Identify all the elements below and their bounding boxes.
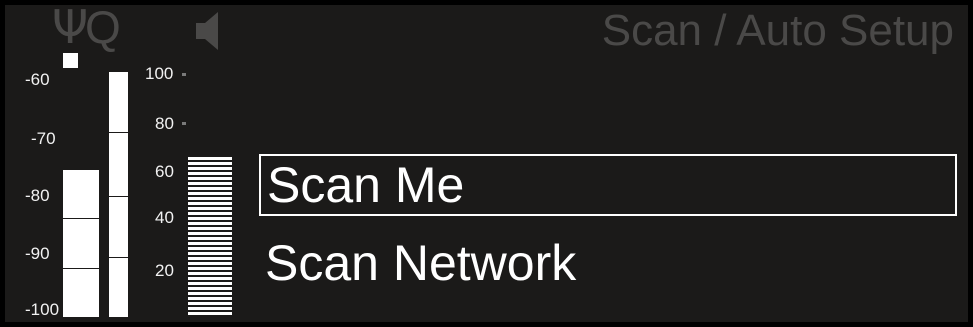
scale-tick — [182, 73, 186, 76]
af-bar-divider — [109, 132, 128, 133]
level-segment — [188, 242, 232, 245]
rf-label-80: -80 — [25, 186, 50, 205]
level-segment — [188, 162, 232, 165]
segment-level-meter — [188, 155, 232, 317]
af-bar-divider — [109, 257, 128, 258]
level-segment — [188, 262, 232, 265]
level-segment — [188, 207, 232, 210]
level-segment — [188, 297, 232, 300]
level-label-40: 40 — [155, 208, 174, 227]
level-label-60: 60 — [155, 162, 174, 181]
rf-label-90: -90 — [25, 244, 50, 263]
level-segment — [188, 302, 232, 305]
level-segment — [188, 277, 232, 280]
level-segment — [188, 282, 232, 285]
level-segment — [188, 197, 232, 200]
level-label-100: 100 — [145, 64, 174, 83]
rf-bar-divider — [63, 268, 99, 269]
level-segment — [188, 182, 232, 185]
menu-item-scan-me[interactable]: Scan Me — [259, 154, 957, 216]
level-segment — [188, 212, 232, 215]
level-segment — [188, 237, 232, 240]
level-segment — [188, 157, 232, 160]
level-segment — [188, 232, 232, 235]
level-segment — [188, 177, 232, 180]
level-segment — [188, 167, 232, 170]
level-segment — [188, 272, 232, 275]
level-segment — [188, 292, 232, 295]
level-segment — [188, 172, 232, 175]
rf-level-bar — [63, 170, 99, 317]
level-segment — [188, 257, 232, 260]
rf-peak-indicator — [63, 53, 78, 68]
level-segment — [188, 267, 232, 270]
scale-tick — [182, 122, 186, 125]
rf-label-100: -100 — [25, 300, 60, 319]
level-segment — [188, 312, 232, 315]
level-segment — [188, 307, 232, 310]
level-segment — [188, 287, 232, 290]
speaker-icon — [196, 12, 218, 50]
level-segment — [188, 187, 232, 190]
level-segment — [188, 202, 232, 205]
device-screen: Ψ Q Scan / Auto Setup -60 -70 -80 -90 -1… — [0, 0, 973, 327]
display-panel: Ψ Q Scan / Auto Setup -60 -70 -80 -90 -1… — [5, 5, 968, 322]
af-bar-divider — [109, 196, 128, 197]
level-label-80: 80 — [155, 114, 174, 133]
rf-label-70: -70 — [31, 129, 56, 148]
level-segment — [188, 247, 232, 250]
level-segment — [188, 222, 232, 225]
level-segment — [188, 252, 232, 255]
level-label-20: 20 — [155, 261, 174, 280]
level-segment — [188, 192, 232, 195]
af-level-bar — [109, 72, 128, 317]
q-indicator: Q — [85, 5, 121, 53]
rf-label-60: -60 — [25, 70, 50, 89]
level-segment — [188, 217, 232, 220]
level-segment — [188, 227, 232, 230]
rf-bar-divider — [63, 218, 99, 219]
antenna-icon: Ψ — [52, 5, 89, 54]
menu-item-scan-network[interactable]: Scan Network — [259, 234, 957, 296]
page-title: Scan / Auto Setup — [601, 6, 954, 55]
